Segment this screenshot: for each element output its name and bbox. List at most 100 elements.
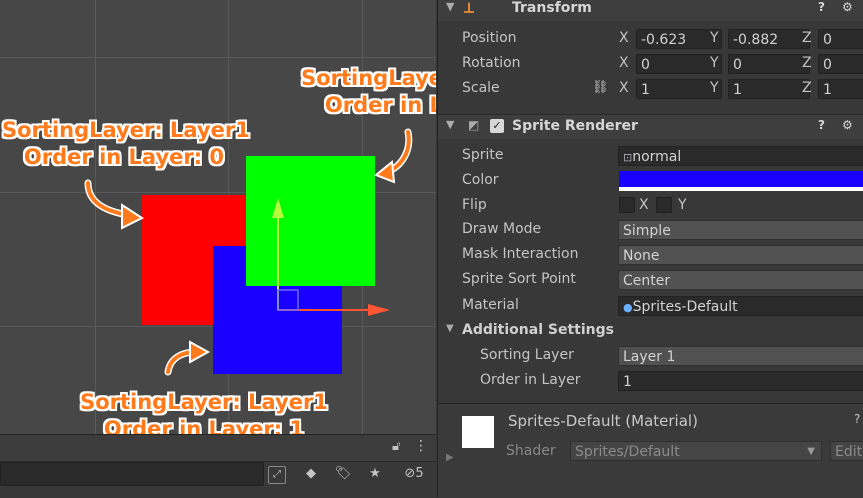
callout-line: SortingLayer: Layer3 <box>301 66 436 90</box>
search-input[interactable] <box>0 462 264 486</box>
settings-icon[interactable]: ⚙︎ <box>842 0 853 14</box>
scale-y-field[interactable]: 1 <box>728 79 810 99</box>
flip-row: Flip X Y <box>438 194 863 218</box>
component-title: Transform <box>512 0 592 16</box>
callout-line: Order in Layer: 0 <box>324 93 436 117</box>
foldout-arrow-icon[interactable]: ▼ <box>446 118 454 131</box>
shader-dropdown[interactable]: Sprites/Default ▼ <box>570 441 822 461</box>
rotation-z-field[interactable]: 0 <box>818 54 863 74</box>
hidden-count: 5 <box>415 466 424 481</box>
shader-label: Shader <box>506 443 556 459</box>
material-sphere-icon: ● <box>623 301 633 314</box>
link-icon[interactable]: ⛓︎ <box>592 80 609 95</box>
order-in-layer-field[interactable]: 1 <box>618 371 863 391</box>
settings-icon[interactable]: ⚙︎ <box>842 118 853 132</box>
move-gizmo[interactable] <box>272 198 390 316</box>
callout-line: SortingLayer: Layer1 <box>2 118 250 142</box>
scene-view[interactable]: SortingLayer: Layer1 Order in Layer: 0 S… <box>0 0 436 434</box>
color-swatch[interactable] <box>619 171 863 191</box>
enabled-checkbox[interactable]: ✓ <box>490 119 504 133</box>
axis-label: Z <box>802 30 812 46</box>
flip-x-label: X <box>639 197 649 213</box>
transform-icon: ⟂ <box>464 0 475 17</box>
mask-interaction-dropdown[interactable]: None <box>618 245 863 265</box>
help-icon[interactable]: ? <box>818 118 825 132</box>
additional-settings-label: Additional Settings <box>462 322 614 338</box>
label-filter-icon[interactable]: 🏷︎ <box>332 464 354 484</box>
chevron-down-icon: ▼ <box>807 446 815 457</box>
scale-z-field[interactable]: 1 <box>818 79 863 99</box>
foldout-arrow-icon[interactable]: ▶ <box>446 452 454 463</box>
axis-label: X <box>619 30 629 46</box>
eye-slash-icon: ⊘ <box>404 466 416 481</box>
additional-settings-foldout[interactable]: ▼ Additional Settings <box>438 319 863 343</box>
draw-mode-label: Draw Mode <box>462 221 542 237</box>
kebab-menu-icon[interactable]: ⋮ <box>414 438 428 454</box>
mask-interaction-row: Mask Interaction None <box>438 243 863 267</box>
callout-line: Order in Layer: 0 <box>23 145 225 169</box>
sorting-layer-dropdown[interactable]: Layer 1 <box>618 346 863 366</box>
sprite-asset-icon: ⊡ <box>623 151 633 164</box>
lock-icon[interactable]: 🔓︎ <box>392 439 400 454</box>
flip-x-checkbox[interactable] <box>619 197 635 213</box>
rotation-label: Rotation <box>462 55 521 71</box>
color-row: Color <box>438 169 863 193</box>
sprite-renderer-header[interactable]: ▼ ◩ ✓ Sprite Renderer ? ⚙︎ <box>438 114 863 139</box>
help-icon[interactable]: ? <box>854 412 860 426</box>
transform-header[interactable]: ▼ ⟂ Transform ? ⚙︎ <box>438 0 863 21</box>
component-title: Sprite Renderer <box>512 118 638 134</box>
order-in-layer-label: Order in Layer <box>480 372 581 388</box>
material-field[interactable]: ●Sprites-Default <box>618 296 863 316</box>
sorting-layer-row: Sorting Layer Layer 1 <box>438 344 863 368</box>
scale-label: Scale <box>462 80 500 96</box>
draw-mode-dropdown[interactable]: Simple <box>618 220 863 240</box>
sort-point-row: Sprite Sort Point Center <box>438 268 863 292</box>
color-label: Color <box>462 172 499 188</box>
position-row: Position X -0.623 Y -0.882 Z 0 <box>438 27 863 51</box>
foldout-arrow-icon[interactable]: ▼ <box>446 0 454 13</box>
callout-line: SortingLayer: Layer1 <box>80 390 328 414</box>
flip-label: Flip <box>462 197 487 213</box>
material-preview <box>462 416 494 448</box>
order-in-layer-row: Order in Layer 1 <box>438 369 863 393</box>
axis-label: Z <box>802 80 812 96</box>
material-label: Material <box>462 297 519 313</box>
shader-value: Sprites/Default <box>575 444 680 460</box>
position-label: Position <box>462 30 517 46</box>
rotation-row: Rotation X 0 Y 0 Z 0 <box>438 52 863 76</box>
axis-label: Y <box>710 80 719 96</box>
rotation-y-field[interactable]: 0 <box>728 54 810 74</box>
position-z-field[interactable]: 0 <box>818 29 863 49</box>
sprite-label: Sprite <box>462 147 504 163</box>
inspector-panel: ▼ ⟂ Transform ? ⚙︎ Position X -0.623 Y -… <box>437 0 863 498</box>
axis-label: Z <box>802 55 812 71</box>
callout-green: SortingLayer: Layer3 Order in Layer: 0 <box>294 65 436 119</box>
material-row: Material ●Sprites-Default <box>438 294 863 318</box>
axis-label: X <box>619 55 629 71</box>
axis-label: Y <box>710 55 719 71</box>
scale-row: Scale ⛓︎ X 1 Y 1 Z 1 <box>438 77 863 101</box>
sort-point-dropdown[interactable]: Center <box>618 270 863 290</box>
sprite-renderer-icon: ◩ <box>468 118 480 132</box>
callout-line: Order in Layer: 1 <box>103 417 305 434</box>
edit-button[interactable]: Edit <box>830 441 863 461</box>
axis-label: Y <box>710 30 719 46</box>
favorites-icon[interactable]: ★ <box>364 464 386 484</box>
hidden-toggle[interactable]: ⊘5 <box>396 464 432 484</box>
callout-red: SortingLayer: Layer1 Order in Layer: 0 <box>2 117 250 171</box>
sort-point-label: Sprite Sort Point <box>462 271 576 287</box>
flip-y-checkbox[interactable] <box>656 197 672 213</box>
help-icon[interactable]: ? <box>818 0 825 14</box>
sprite-row: Sprite ⊡normal <box>438 144 863 168</box>
callout-blue: SortingLayer: Layer1 Order in Layer: 1 <box>78 389 330 434</box>
axis-label: X <box>619 80 629 96</box>
type-filter-icon[interactable]: ◆ <box>300 464 322 484</box>
sprite-field[interactable]: ⊡normal <box>618 146 863 166</box>
material-section: Sprites-Default (Material) ? Shader Spri… <box>438 403 863 498</box>
material-title: Sprites-Default (Material) <box>508 412 698 430</box>
flip-y-label: Y <box>678 197 687 213</box>
open-scene-icon[interactable]: ⤢ <box>268 466 286 484</box>
position-y-field[interactable]: -0.882 <box>728 29 810 49</box>
draw-mode-row: Draw Mode Simple <box>438 218 863 242</box>
foldout-arrow-icon[interactable]: ▼ <box>446 323 454 334</box>
